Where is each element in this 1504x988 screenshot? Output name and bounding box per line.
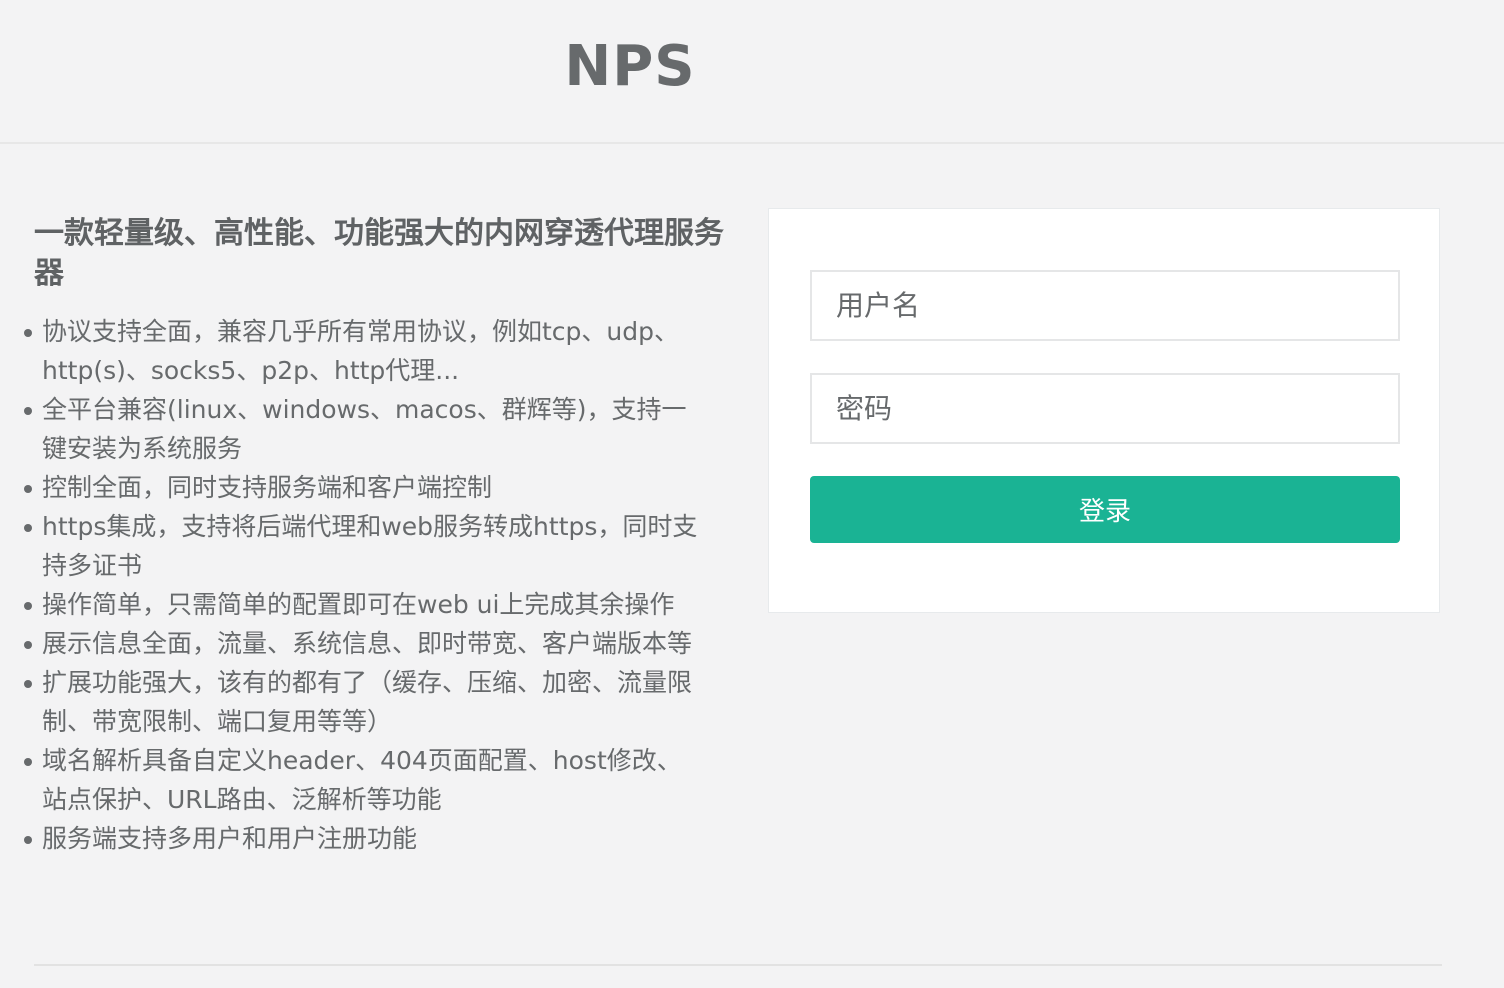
feature-item: 全平台兼容(linux、windows、macos、群辉等)，支持一键安装为系统… [24, 390, 700, 468]
intro-title: 一款轻量级、高性能、功能强大的内网穿透代理服务器 [34, 216, 724, 291]
feature-item: 扩展功能强大，该有的都有了（缓存、压缩、加密、流量限制、带宽限制、端口复用等等） [24, 663, 700, 741]
username-input[interactable] [810, 270, 1400, 341]
page-header: NPS [0, 0, 1504, 144]
bullet-icon [24, 524, 32, 532]
feature-item: 控制全面，同时支持服务端和客户端控制 [24, 468, 700, 507]
bullet-icon [24, 758, 32, 766]
nps-logo: NPS [564, 34, 696, 99]
feature-item: 域名解析具备自定义header、404页面配置、host修改、站点保护、URL路… [24, 741, 700, 819]
intro-section: 一款轻量级、高性能、功能强大的内网穿透代理服务器 协议支持全面，兼容几乎所有常用… [24, 214, 724, 858]
feature-text: 控制全面，同时支持服务端和客户端控制 [42, 473, 493, 502]
feature-text: https集成，支持将后端代理和web服务转成https，同时支持多证书 [42, 512, 698, 580]
feature-text: 协议支持全面，兼容几乎所有常用协议，例如tcp、udp、http(s)、sock… [42, 317, 680, 385]
bullet-icon [24, 836, 32, 844]
feature-text: 展示信息全面，流量、系统信息、即时带宽、客户端版本等 [42, 629, 693, 658]
feature-text: 域名解析具备自定义header、404页面配置、host修改、站点保护、URL路… [42, 746, 682, 814]
bullet-icon [24, 329, 32, 337]
login-button[interactable]: 登录 [810, 476, 1400, 543]
feature-item: https集成，支持将后端代理和web服务转成https，同时支持多证书 [24, 507, 700, 585]
password-input[interactable] [810, 373, 1400, 444]
feature-item: 服务端支持多用户和用户注册功能 [24, 819, 700, 858]
feature-text: 服务端支持多用户和用户注册功能 [42, 824, 418, 853]
bullet-icon [24, 407, 32, 415]
feature-list: 协议支持全面，兼容几乎所有常用协议，例如tcp、udp、http(s)、sock… [24, 312, 724, 858]
login-form: 登录 [768, 208, 1440, 613]
feature-text: 操作简单，只需简单的配置即可在web ui上完成其余操作 [42, 590, 675, 619]
feature-item: 展示信息全面，流量、系统信息、即时带宽、客户端版本等 [24, 624, 700, 663]
feature-item: 操作简单，只需简单的配置即可在web ui上完成其余操作 [24, 585, 700, 624]
feature-text: 全平台兼容(linux、windows、macos、群辉等)，支持一键安装为系统… [42, 395, 687, 463]
feature-item: 协议支持全面，兼容几乎所有常用协议，例如tcp、udp、http(s)、sock… [24, 312, 700, 390]
bullet-icon [24, 641, 32, 649]
footer-divider [34, 964, 1442, 966]
bullet-icon [24, 485, 32, 493]
feature-text: 扩展功能强大，该有的都有了（缓存、压缩、加密、流量限制、带宽限制、端口复用等等） [42, 668, 693, 736]
bullet-icon [24, 602, 32, 610]
bullet-icon [24, 680, 32, 688]
